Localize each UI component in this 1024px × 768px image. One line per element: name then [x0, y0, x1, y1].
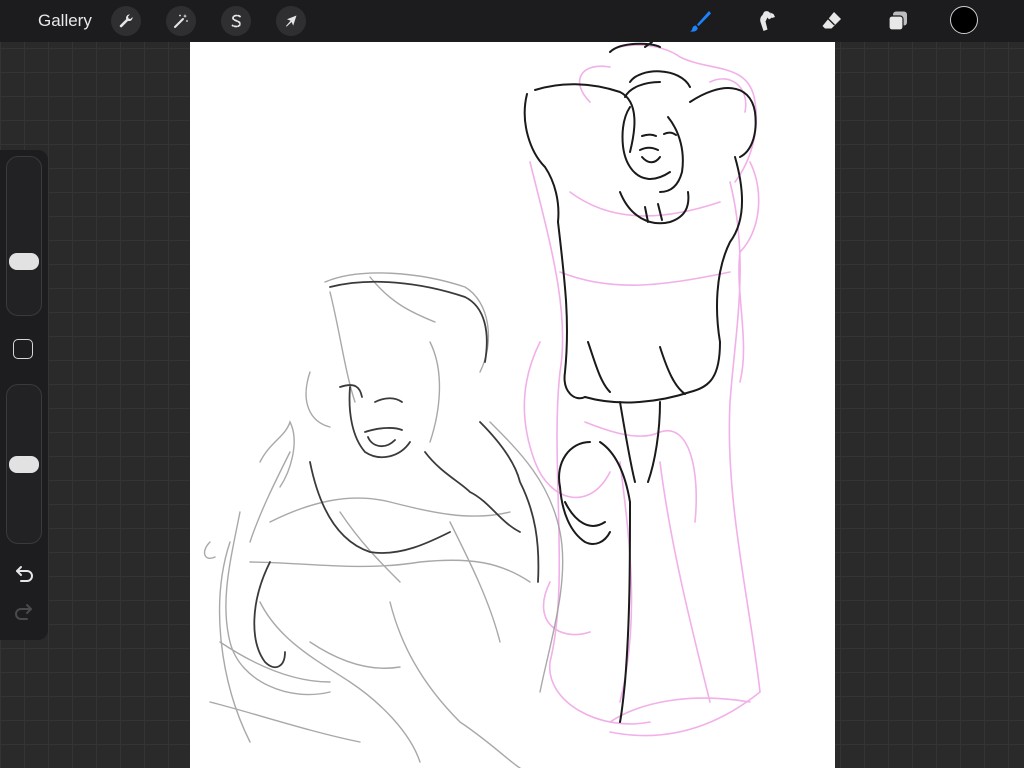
smudge-button[interactable] — [750, 5, 782, 37]
layers-icon — [888, 11, 907, 31]
modify-square-button[interactable] — [13, 339, 33, 359]
magic-wand-icon — [174, 14, 188, 28]
brush-size-thumb[interactable] — [9, 253, 39, 270]
adjustments-button[interactable] — [166, 6, 196, 36]
selection-button[interactable] — [221, 6, 251, 36]
color-swatch-button[interactable] — [950, 6, 978, 34]
top-toolbar: Gallery — [0, 0, 1024, 42]
left-figure-linework — [253, 280, 540, 669]
brush-icon — [690, 11, 711, 32]
undo-icon — [16, 566, 33, 582]
brush-size-slider[interactable] — [6, 156, 42, 316]
opacity-slider[interactable] — [6, 384, 42, 544]
undo-button[interactable] — [12, 564, 36, 588]
gallery-button[interactable]: Gallery — [38, 10, 92, 32]
gray-sketch-layer — [203, 272, 564, 768]
sketch-artwork — [203, 42, 761, 768]
eraser-button[interactable] — [816, 5, 848, 37]
wrench-icon — [119, 14, 133, 28]
smudge-icon — [760, 11, 775, 31]
drawing-canvas[interactable] — [190, 42, 835, 768]
brush-button[interactable] — [684, 5, 716, 37]
redo-icon — [15, 604, 32, 620]
selection-s-icon — [231, 14, 241, 28]
side-toolbar — [0, 150, 48, 640]
eraser-icon — [822, 12, 841, 29]
arrow-cursor-icon — [286, 15, 297, 27]
layers-button[interactable] — [882, 5, 914, 37]
actions-button[interactable] — [111, 6, 141, 36]
transform-button[interactable] — [276, 6, 306, 36]
redo-button[interactable] — [12, 602, 36, 626]
opacity-thumb[interactable] — [9, 456, 39, 473]
